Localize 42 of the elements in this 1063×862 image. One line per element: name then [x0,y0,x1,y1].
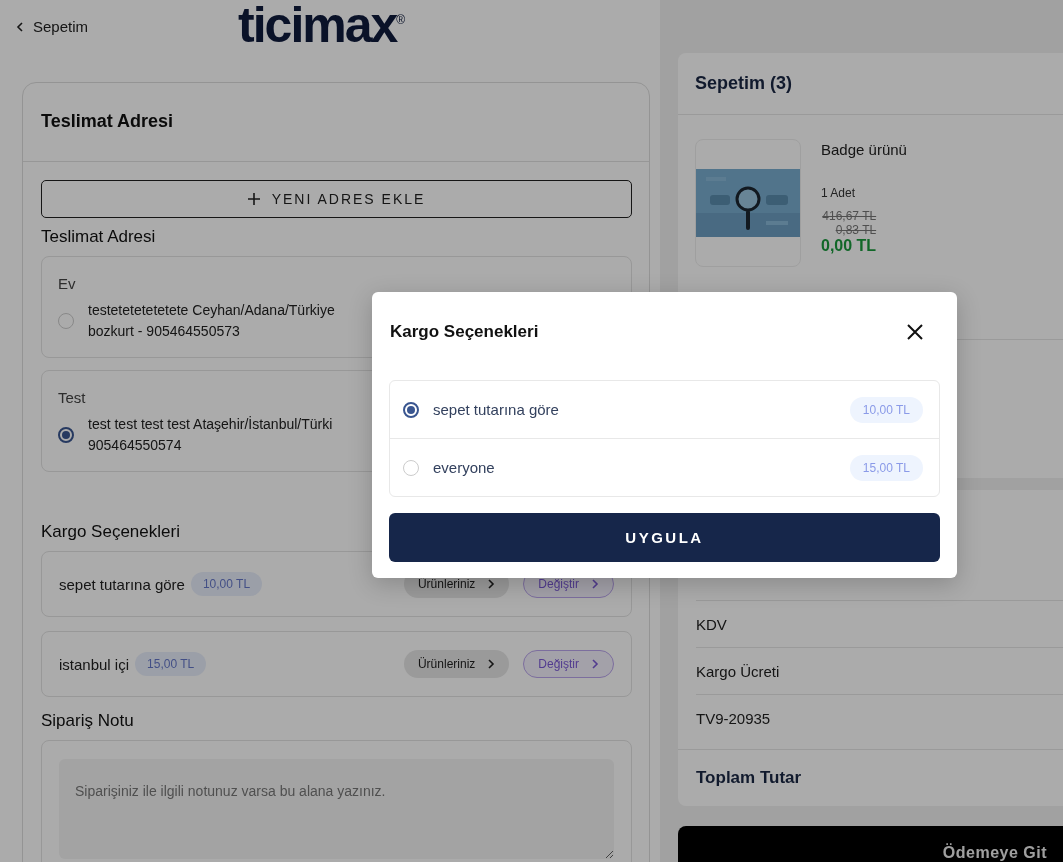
summary-label: KDV [696,615,727,633]
price-tag: 10,00 TL [190,572,263,596]
chevron-icon [591,659,599,669]
product-name: Badge ürünü [821,141,907,158]
old-price: 416,67 TL [822,209,877,223]
add-address-button[interactable]: YENI ADRES EKLE [41,180,632,218]
price-tag: 15,00 TL [849,454,923,481]
section-label: Sipariş Notu [41,711,135,731]
checkout-button[interactable]: Ödemeye Git [678,826,1063,862]
address-name: Test [58,389,87,406]
address-text: testetetetetetete Ceyhan/Adana/Türkiye bozkurt - 905464550573 [88,301,335,341]
order-note-field[interactable]: Siparişiniz ile ilgili notunuz varsa bu alana yazınız. [59,759,614,859]
price-tag: 15,00 TL [135,652,207,676]
chevron-icon [591,579,599,589]
chevron-icon [16,21,24,32]
card-title: Teslimat Adresi [23,83,649,162]
product-thumbnail[interactable] [695,139,801,267]
section-label: Teslimat Adresi [41,227,157,247]
summary-label: Kargo Ücreti [696,662,780,680]
cart-title: Sepetim (3) [678,53,1063,115]
plus-icon [247,193,260,205]
radio-button[interactable] [403,401,419,418]
radio-button[interactable] [58,427,74,443]
close-icon[interactable] [907,324,923,340]
products-button[interactable]: Ürünleriniz [403,650,510,678]
price-tag: 10,00 TL [849,396,923,423]
shipping-name: istanbul içi [59,655,130,673]
shipping-name: sepet tutarına göre [59,575,185,593]
product-quantity: 1 Adet [821,186,856,200]
address-text: test test test test Ataşehir/İstanbul/Türki 905464550574 [88,415,333,455]
dialog-title: Kargo Seçenekleri [390,322,539,342]
apply-button[interactable]: UYGULA [389,513,940,562]
chevron-icon [487,659,496,669]
back-link[interactable]: Sepetim [16,18,89,35]
logo: ticimax$^{®}$ [238,0,406,50]
address-name: Ev [58,275,77,292]
summary-label: TV9-20935 [696,709,771,727]
product-price: 0,00 TL [821,237,877,255]
section-label: Kargo Seçenekleri [41,522,181,542]
total-label: Toplam Tutar [678,749,1063,806]
old-price: 0,83 TL [835,223,877,237]
chevron-icon [487,579,496,589]
